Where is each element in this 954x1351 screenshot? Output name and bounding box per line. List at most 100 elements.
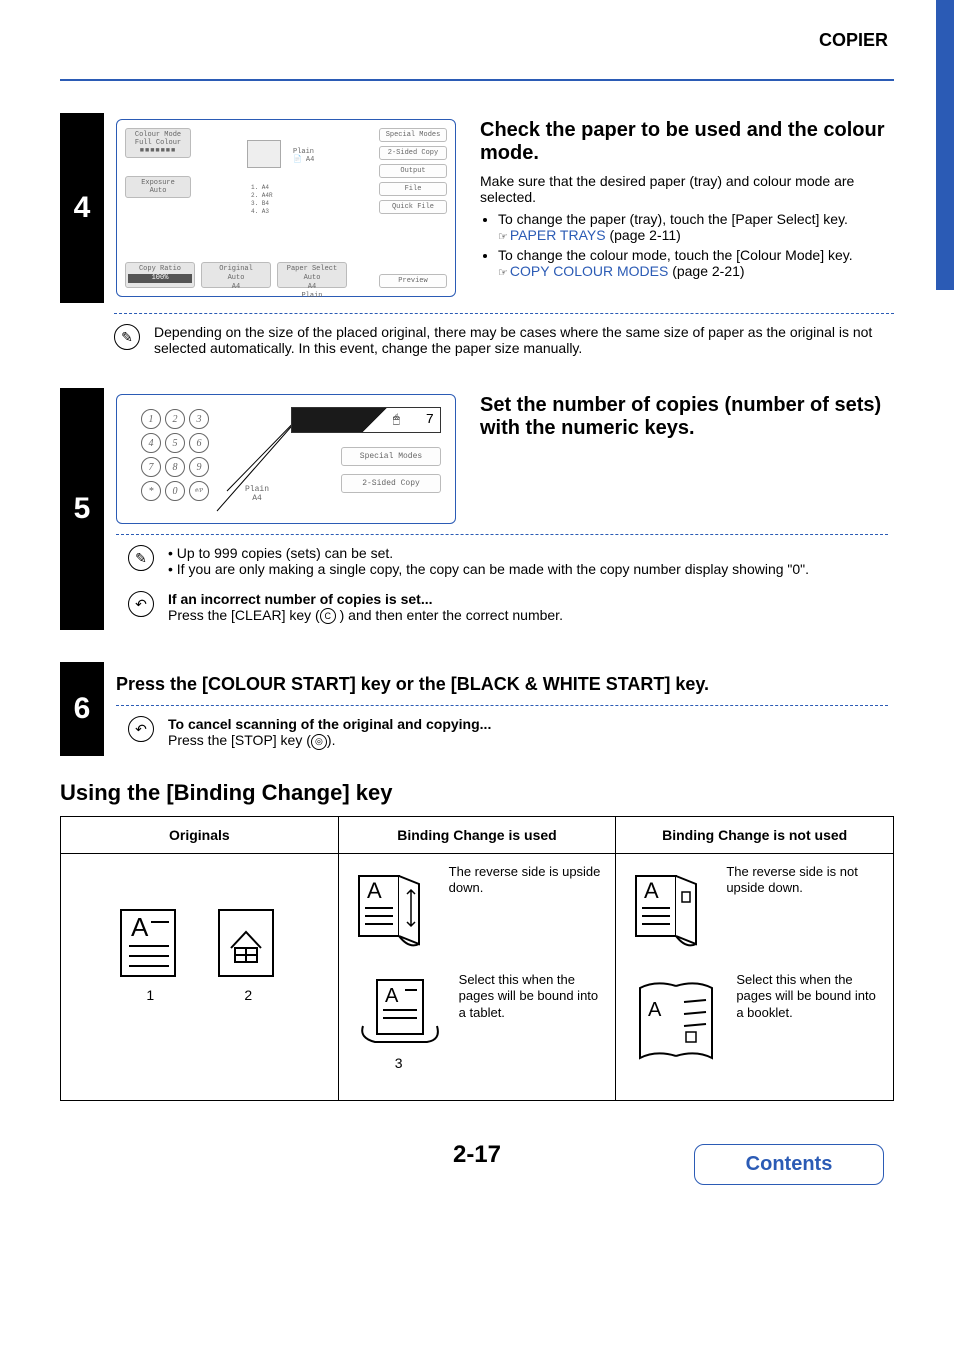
step-number: 6 [74, 692, 91, 726]
paper-select-a4: A4 [280, 283, 344, 292]
paper-select-label: Paper Select [280, 265, 344, 274]
original-button[interactable]: Original Auto A4 [201, 262, 271, 288]
pointing-hand-icon: ☞ [498, 230, 508, 243]
step4-note: Depending on the size of the placed orig… [154, 324, 894, 356]
special-modes-button[interactable]: Special Modes [379, 128, 447, 142]
used-a-text: The reverse side is upside down. [449, 864, 606, 898]
tray-2: 2. A4R [251, 192, 273, 200]
notused-b-text: Select this when the pages will be bound… [736, 972, 883, 1023]
key-1[interactable]: 1 [141, 409, 161, 429]
quick-file-button[interactable]: Quick File [379, 200, 447, 214]
colour-mode-button[interactable]: Colour Mode Full Colour ■■■■■■■ [125, 128, 191, 158]
svg-text:A: A [385, 985, 399, 1007]
p5-a4: A4 [245, 494, 269, 503]
side-tab [936, 0, 954, 290]
special-modes-button[interactable]: Special Modes [341, 447, 441, 466]
tray-4: 4. A3 [251, 208, 273, 216]
note-icon: ✎ [114, 324, 140, 350]
center-a4: A4 [306, 156, 314, 164]
full-colour-label: Full Colour [128, 139, 188, 147]
key-star[interactable]: * [141, 481, 161, 501]
key-hash[interactable]: #/P [189, 481, 209, 501]
binding-notused-upright-icon: A [626, 864, 716, 954]
key-3[interactable]: 3 [189, 409, 209, 429]
step5-note-a-text: Up to 999 copies (sets) can be set. [177, 545, 393, 561]
svg-text:A: A [367, 878, 382, 903]
cancel6-pre: Press the [STOP] key ( [168, 732, 311, 748]
link2-suffix: (page 2-21) [668, 263, 744, 279]
binding-booklet-icon: A [626, 972, 726, 1072]
original-page-house-icon [213, 904, 283, 984]
step-6: 6 Press the [COLOUR START] key or the [B… [60, 662, 894, 755]
used-b-text: Select this when the pages will be bound… [459, 972, 606, 1023]
original-a4: A4 [204, 283, 268, 292]
preview-button[interactable]: Preview [379, 274, 447, 288]
originals-diagram: A 1 [71, 904, 328, 1003]
cancel-pre: Press the [CLEAR] key ( [168, 607, 320, 623]
step-number-col: 4 [60, 113, 104, 303]
key-7[interactable]: 7 [141, 457, 161, 477]
step5-note-a: • Up to 999 copies (sets) can be set. [168, 545, 888, 561]
step5-cancel-text: Press the [CLEAR] key (C ) and then ente… [168, 607, 888, 624]
key-2[interactable]: 2 [165, 409, 185, 429]
copies-icon: 🖱 [393, 413, 400, 427]
link1-suffix: (page 2-11) [606, 227, 681, 243]
exposure-auto: Auto [128, 187, 188, 195]
step-number: 4 [74, 191, 91, 225]
svg-text:A: A [648, 999, 662, 1021]
key-9[interactable]: 9 [189, 457, 209, 477]
key-8[interactable]: 8 [165, 457, 185, 477]
dashed-divider [116, 534, 888, 535]
original-label: Original [204, 265, 268, 274]
step-5: 5 1 2 3 4 5 6 7 8 9 * 0 [60, 388, 894, 630]
two-sided-button[interactable]: 2-Sided Copy [341, 474, 441, 493]
step5-cancel-heading: If an incorrect number of copies is set.… [168, 591, 888, 607]
undo-icon: ↶ [128, 716, 154, 742]
dashed-divider [114, 313, 894, 314]
step4-bullet-2: To change the colour mode, touch the [Co… [498, 247, 888, 279]
binding-table: Originals Binding Change is used Binding… [60, 816, 894, 1101]
cancel6-post: ). [327, 732, 336, 748]
step-number-col: 5 [60, 388, 104, 630]
binding-heading: Using the [Binding Change] key [60, 780, 894, 806]
center-plain: Plain [293, 148, 314, 156]
output-button[interactable]: Output [379, 164, 447, 178]
svg-text:A: A [644, 878, 659, 903]
step5-note-row: ✎ • Up to 999 copies (sets) can be set. … [128, 545, 888, 577]
col-used: Binding Change is used [338, 816, 616, 853]
orig-label-1: 1 [115, 987, 185, 1003]
note-icon: ✎ [128, 545, 154, 571]
exposure-button[interactable]: Exposure Auto [125, 176, 191, 198]
copy-ratio-button[interactable]: Copy Ratio 100% [125, 262, 195, 288]
step-number: 5 [74, 492, 91, 526]
key-0[interactable]: 0 [165, 481, 185, 501]
copier-panel-step5: 1 2 3 4 5 6 7 8 9 * 0 #/P [116, 394, 456, 524]
step6-title: Press the [COLOUR START] key or the [BLA… [116, 674, 888, 695]
cancel-post: ) and then enter the correct number. [336, 607, 563, 623]
colour-mode-label: Colour Mode [128, 131, 188, 139]
key-6[interactable]: 6 [189, 433, 209, 453]
key-4[interactable]: 4 [141, 433, 161, 453]
binding-tablet-icon: A [349, 972, 449, 1052]
paper-select-plain: Plain [280, 292, 344, 301]
orig-label-2: 2 [213, 987, 283, 1003]
paper-select-auto: Auto [280, 274, 344, 283]
two-sided-button[interactable]: 2-Sided Copy [379, 146, 447, 160]
step4-note-row: ✎ Depending on the size of the placed or… [114, 324, 894, 356]
tray-3: 3. B4 [251, 200, 273, 208]
colour-modes-link[interactable]: COPY COLOUR MODES [510, 263, 668, 279]
step5-cancel-row: ↶ If an incorrect number of copies is se… [128, 591, 888, 624]
copy-ratio-label: Copy Ratio [128, 265, 192, 274]
section-header: COPIER [60, 30, 888, 51]
paper-trays-link[interactable]: PAPER TRAYS [510, 227, 606, 243]
notused-a-text: The reverse side is not upside down. [726, 864, 883, 898]
dashed-divider [116, 705, 888, 706]
tray-1: 1. A4 [251, 184, 273, 192]
file-button[interactable]: File [379, 182, 447, 196]
pointing-hand-icon: ☞ [498, 266, 508, 279]
contents-button[interactable]: Contents [694, 1144, 884, 1185]
step4-desc: Make sure that the desired paper (tray) … [480, 173, 888, 205]
paper-select-button[interactable]: Paper Select Auto A4 Plain [277, 262, 347, 288]
key-5[interactable]: 5 [165, 433, 185, 453]
stop-key-icon: ◎ [311, 734, 327, 750]
